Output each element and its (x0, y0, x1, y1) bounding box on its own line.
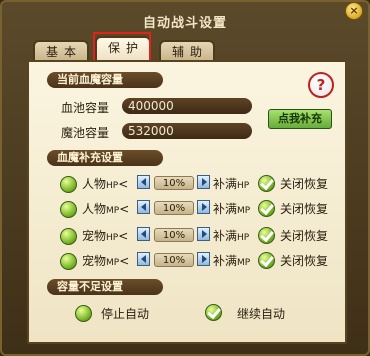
refill-percent: 10% (154, 253, 194, 267)
refill-percent: 10% (154, 176, 194, 190)
refill-radio[interactable] (60, 253, 77, 270)
protect-panel: 当前血魔容量 ? 血池容量 400000 点我补充 魔池容量 532000 血魔… (27, 60, 347, 344)
close-recover-checkbox[interactable] (258, 252, 275, 269)
decrease-arrow-icon[interactable] (137, 252, 150, 266)
decrease-arrow-icon[interactable] (137, 175, 150, 189)
increase-arrow-icon[interactable] (197, 227, 210, 241)
close-recover-checkbox[interactable] (258, 200, 275, 217)
refill-button[interactable]: 点我补充 (268, 109, 332, 129)
mp-pool-label: 魔池容量 (61, 126, 110, 140)
close-icon[interactable]: × (345, 2, 363, 20)
refill-percent: 10% (154, 201, 194, 215)
section-refill-settings: 血魔补充设置 (47, 150, 163, 166)
close-recover-label: 关闭恢复 (280, 229, 329, 243)
hp-pool-value: 400000 (122, 98, 252, 114)
decrease-arrow-icon[interactable] (137, 200, 150, 214)
help-icon[interactable]: ? (308, 72, 334, 98)
tab-basic[interactable]: 基本 (33, 40, 89, 60)
refill-row-target: 人物HP< (82, 177, 129, 191)
increase-arrow-icon[interactable] (197, 252, 210, 266)
refill-percent: 10% (154, 228, 194, 242)
mp-pool-value: 532000 (122, 123, 252, 139)
close-recover-checkbox[interactable] (258, 227, 275, 244)
refill-fill-label: 补满MP (213, 254, 251, 268)
continue-auto-label: 继续自动 (237, 307, 286, 321)
decrease-arrow-icon[interactable] (137, 227, 150, 241)
refill-radio[interactable] (60, 228, 77, 245)
stop-auto-radio[interactable] (75, 305, 92, 322)
refill-radio[interactable] (60, 176, 77, 193)
increase-arrow-icon[interactable] (197, 175, 210, 189)
refill-row-target: 人物MP< (82, 202, 130, 216)
refill-row-target: 宠物MP< (82, 254, 130, 268)
refill-fill-label: 补满HP (213, 229, 250, 243)
stop-auto-label: 停止自动 (101, 307, 150, 321)
window-title: 自动战斗设置 (142, 16, 227, 31)
hp-pool-label: 血池容量 (61, 101, 110, 115)
continue-auto-checkbox[interactable] (205, 304, 222, 321)
refill-row-target: 宠物HP< (82, 229, 129, 243)
close-recover-checkbox[interactable] (258, 175, 275, 192)
tab-assist[interactable]: 辅助 (159, 40, 215, 60)
refill-fill-label: 补满MP (213, 202, 251, 216)
section-current-capacity: 当前血魔容量 (47, 72, 163, 88)
close-recover-label: 关闭恢复 (280, 254, 329, 268)
refill-radio[interactable] (60, 201, 77, 218)
increase-arrow-icon[interactable] (197, 200, 210, 214)
refill-fill-label: 补满HP (213, 177, 250, 191)
section-insufficient-settings: 容量不足设置 (47, 279, 163, 295)
close-recover-label: 关闭恢复 (280, 202, 329, 216)
close-recover-label: 关闭恢复 (280, 177, 329, 191)
auto-battle-settings-window: 自动战斗设置 × 基本 保护 辅助 当前血魔容量 ? 血池容量 400000 点… (0, 0, 370, 356)
